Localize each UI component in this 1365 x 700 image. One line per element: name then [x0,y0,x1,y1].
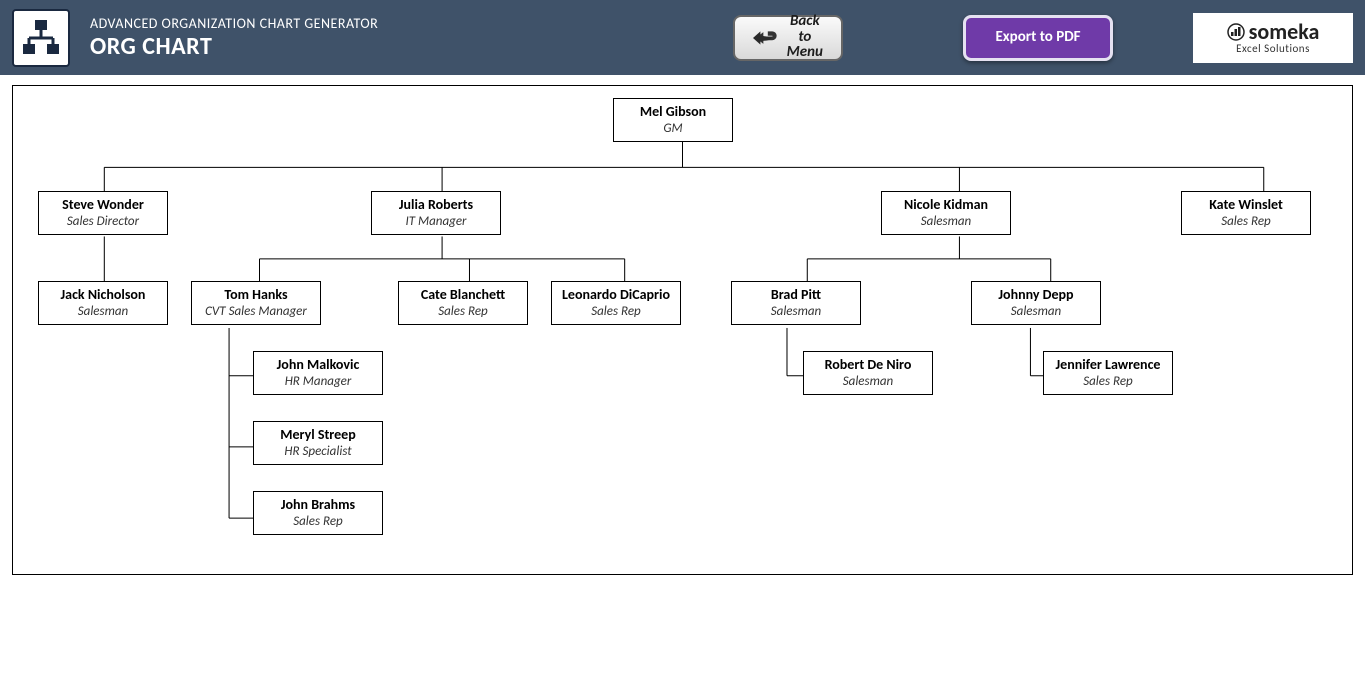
node-nicole[interactable]: Nicole Kidman Salesman [881,191,1011,235]
node-gm[interactable]: Mel Gibson GM [613,98,733,142]
export-label: Export to PDF [995,30,1080,46]
node-john-m[interactable]: John Malkovic HR Manager [253,351,383,395]
back-arrow-icon [753,26,777,50]
node-cate[interactable]: Cate Blanchett Sales Rep [398,281,528,325]
connector-lines [13,86,1352,574]
node-role: HR Specialist [260,444,376,460]
back-to-menu-button[interactable]: Back to Menu [733,15,843,61]
org-chart-canvas: Mel Gibson GM Steve Wonder Sales Directo… [12,85,1353,575]
node-role: Sales Rep [1050,374,1166,390]
node-role: Sales Rep [1188,214,1304,230]
node-role: Salesman [810,374,926,390]
brand-icon [1227,23,1245,41]
node-name: Tom Hanks [198,286,314,304]
node-role: Salesman [978,304,1094,320]
node-role: IT Manager [378,214,494,230]
node-name: Kate Winslet [1188,196,1304,214]
node-jennifer[interactable]: Jennifer Lawrence Sales Rep [1043,351,1173,395]
node-name: Jennifer Lawrence [1050,356,1166,374]
node-johnny[interactable]: Johnny Depp Salesman [971,281,1101,325]
node-name: Leonardo DiCaprio [558,286,674,304]
back-label: Back to Menu [787,14,823,61]
node-robert[interactable]: Robert De Niro Salesman [803,351,933,395]
node-name: Julia Roberts [378,196,494,214]
node-name: Steve Wonder [45,196,161,214]
brand-name: someka [1249,21,1320,43]
node-role: CVT Sales Manager [198,304,314,320]
node-role: Salesman [45,304,161,320]
node-name: John Malkovic [260,356,376,374]
brand-tagline: Excel Solutions [1236,43,1310,54]
node-name: Johnny Depp [978,286,1094,304]
app-header: ADVANCED ORGANIZATION CHART GENERATOR OR… [0,0,1365,75]
node-name: Cate Blanchett [405,286,521,304]
node-name: John Brahms [260,496,376,514]
node-tom[interactable]: Tom Hanks CVT Sales Manager [191,281,321,325]
export-pdf-button[interactable]: Export to PDF [963,15,1113,61]
node-role: Sales Rep [260,514,376,530]
node-kate[interactable]: Kate Winslet Sales Rep [1181,191,1311,235]
node-role: Salesman [888,214,1004,230]
node-name: Jack Nicholson [45,286,161,304]
node-leo[interactable]: Leonardo DiCaprio Sales Rep [551,281,681,325]
title-block: ADVANCED ORGANIZATION CHART GENERATOR OR… [90,15,470,61]
node-role: GM [620,121,726,137]
node-name: Mel Gibson [620,103,726,121]
node-role: Sales Rep [405,304,521,320]
node-name: Brad Pitt [738,286,854,304]
node-role: Salesman [738,304,854,320]
node-john-b[interactable]: John Brahms Sales Rep [253,491,383,535]
node-name: Robert De Niro [810,356,926,374]
brand-logo: someka Excel Solutions [1193,13,1353,63]
node-role: HR Manager [260,374,376,390]
node-jack[interactable]: Jack Nicholson Salesman [38,281,168,325]
app-title: ORG CHART [90,32,470,61]
node-steve[interactable]: Steve Wonder Sales Director [38,191,168,235]
node-name: Nicole Kidman [888,196,1004,214]
app-logo [12,9,70,67]
node-role: Sales Director [45,214,161,230]
app-subtitle: ADVANCED ORGANIZATION CHART GENERATOR [90,15,470,32]
node-julia[interactable]: Julia Roberts IT Manager [371,191,501,235]
node-brad[interactable]: Brad Pitt Salesman [731,281,861,325]
node-name: Meryl Streep [260,426,376,444]
node-role: Sales Rep [558,304,674,320]
node-meryl[interactable]: Meryl Streep HR Specialist [253,421,383,465]
